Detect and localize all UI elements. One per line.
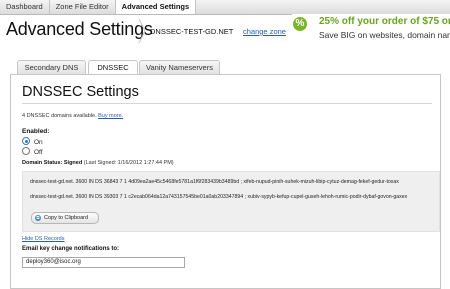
radio-on-option[interactable]: On bbox=[22, 137, 43, 146]
chevron-divider-icon bbox=[138, 18, 146, 44]
nav-dashboard[interactable]: Dashboard bbox=[0, 0, 50, 14]
nav-zone-file-editor[interactable]: Zone File Editor bbox=[50, 0, 116, 14]
radio-on[interactable] bbox=[22, 137, 30, 145]
status-label: Domain Status: bbox=[22, 160, 63, 166]
radio-off[interactable] bbox=[22, 147, 30, 155]
hide-ds-records-link[interactable]: Hide DS Records bbox=[22, 236, 65, 242]
promo-subline: Save BIG on websites, domain nan bbox=[319, 30, 450, 40]
top-navigation: Dashboard Zone File Editor Advanced Sett… bbox=[0, 0, 450, 15]
radio-off-label: Off bbox=[34, 149, 43, 156]
available-count: 4 DNSSEC domains available. bbox=[22, 113, 97, 119]
current-domain: DNSSEC-TEST-GD.NET bbox=[150, 27, 234, 36]
page-title: Advanced Settings bbox=[6, 19, 153, 39]
section-title: DNSSEC Settings bbox=[22, 84, 139, 100]
nav-advanced-settings[interactable]: Advanced Settings bbox=[115, 0, 197, 14]
tab-secondary-dns[interactable]: Secondary DNS bbox=[17, 60, 86, 74]
copy-button-label: Copy to Clipboard bbox=[44, 215, 89, 221]
enabled-label: Enabled: bbox=[22, 128, 50, 135]
clipboard-icon: ⧉ bbox=[35, 215, 41, 221]
promo-badge-icon: % bbox=[293, 17, 307, 31]
tab-dnssec[interactable]: DNSSEC bbox=[88, 60, 138, 75]
radio-off-option[interactable]: Off bbox=[22, 147, 43, 156]
change-zone-link[interactable]: change zone bbox=[243, 27, 286, 36]
title-divider bbox=[22, 103, 432, 104]
available-domains-text: 4 DNSSEC domains available. Buy more. bbox=[22, 113, 123, 119]
last-signed: (Last Signed: 1/16/2012 1:27:44 PM) bbox=[83, 160, 174, 166]
email-notifications-label: Email key change notifications to: bbox=[22, 246, 120, 252]
copy-to-clipboard-button[interactable]: ⧉ Copy to Clipboard bbox=[31, 212, 99, 224]
promo-banner[interactable]: % 25% off your order of $75 or mo Save B… bbox=[292, 14, 450, 44]
promo-headline: 25% off your order of $75 or mo bbox=[319, 16, 450, 27]
ds-record: dnssec-test-gd.net. 3600 IN DS 39303 7 1… bbox=[30, 194, 408, 200]
ds-record: dnssec-test-gd.net. 3600 IN DS 36843 7 1… bbox=[30, 179, 399, 185]
email-notifications-input[interactable] bbox=[22, 257, 185, 268]
tab-vanity-nameservers[interactable]: Vanity Nameservers bbox=[139, 60, 220, 74]
radio-on-label: On bbox=[34, 139, 43, 146]
buy-more-link[interactable]: Buy more. bbox=[98, 113, 123, 119]
status-value: Signed bbox=[63, 160, 83, 166]
domain-status: Domain Status: Signed (Last Signed: 1/16… bbox=[22, 160, 174, 166]
